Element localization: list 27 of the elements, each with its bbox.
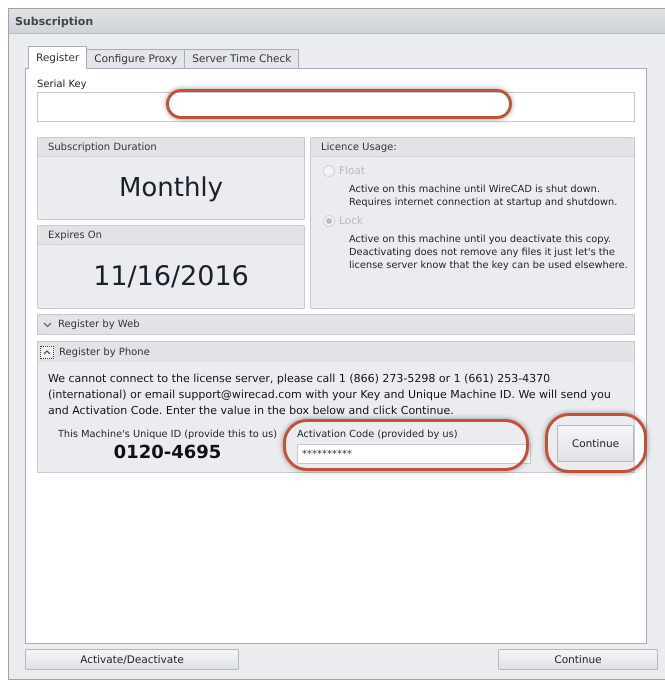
option-description: Active on this machine until you deactivate this copy. Deactivating does not remove any files it just let's the license server know that the key can be used elsewhere. [349, 233, 629, 272]
activation-code-label: Activation Code (provided by us) [297, 429, 459, 440]
panel-title: Licence Usage: [321, 142, 397, 152]
expiry-date: 11/16/2016 [93, 261, 249, 292]
panel-title: Subscription Duration [48, 142, 157, 152]
section-title: Register by Phone [59, 346, 150, 358]
continue-button[interactable]: Continue [557, 425, 634, 462]
window-title: Subscription [15, 14, 94, 28]
panel-title: Expires On [48, 230, 102, 240]
field-label: Serial Key [37, 79, 88, 90]
serial-key-field[interactable] [37, 92, 635, 122]
chevron-icon [43, 322, 52, 328]
machine-id: 0120-4695 [114, 442, 222, 463]
caret-icon [43, 350, 51, 354]
duration-value: Monthly [118, 173, 224, 203]
continue-button[interactable]: Continue [498, 649, 658, 670]
section-title: Register by Web [58, 319, 140, 330]
activate-button[interactable]: Activate/Deactivate [25, 649, 239, 670]
machine-id-label: This Machine's Unique ID (provide this to us) [58, 429, 278, 440]
activation-code-field[interactable]: ********** [297, 444, 531, 464]
instructions-text: We cannot connect to the license server, please call 1 (866) 273-5298 or 1 (661) 253-4370 (international) or email support@wirecad.com with your Key and Unique Machine ID. We will send you and Activation Code. Enter the value in the box below and click Continue. [48, 371, 612, 419]
tab[interactable]: Server Time Check [184, 49, 300, 69]
tab[interactable]: Configure Proxy [86, 49, 186, 69]
register-web-header[interactable]: Register by Web [37, 314, 635, 335]
tab[interactable]: Register [28, 46, 88, 69]
option-description: Active on this machine until WireCAD is shut down. Requires internet connection at startup and shutdown. [349, 183, 618, 209]
collapse-toggle[interactable] [40, 346, 54, 358]
